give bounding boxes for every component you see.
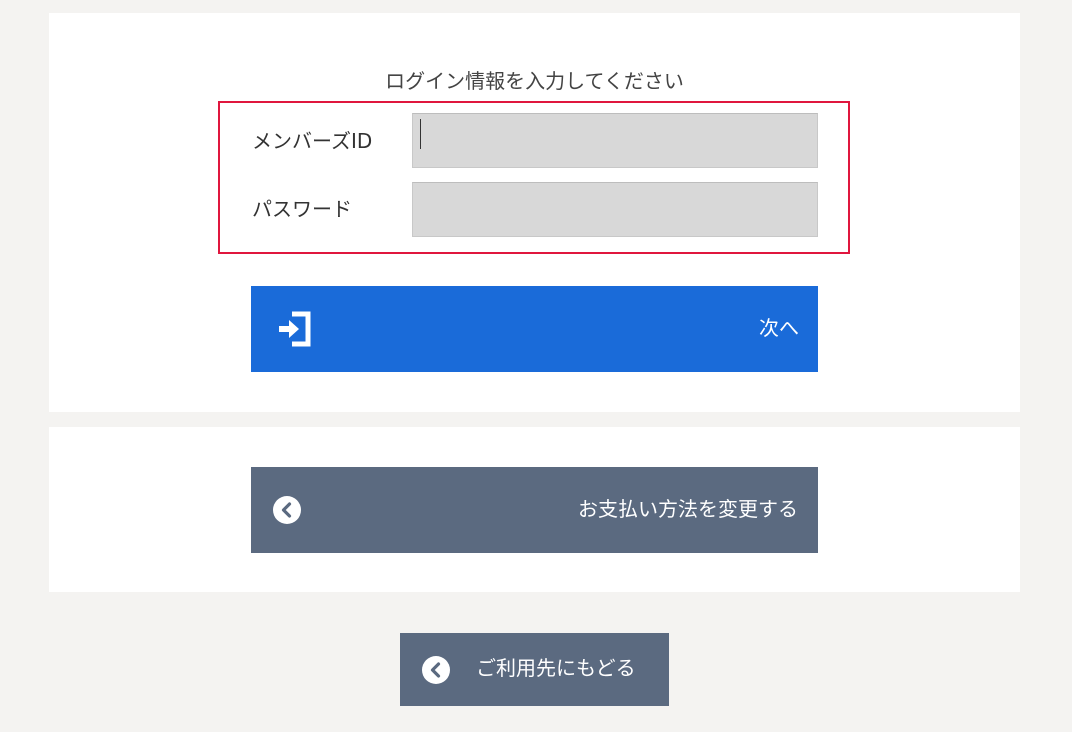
change-payment-method-button[interactable]: お支払い方法を変更する (251, 467, 818, 553)
change-payment-method-label: お支払い方法を変更する (578, 497, 798, 521)
login-panel: ログイン情報を入力してください メンバーズID パスワード 次へ (49, 13, 1020, 412)
return-to-merchant-button[interactable]: ご利用先にもどる (400, 633, 669, 706)
member-id-input[interactable] (412, 113, 818, 168)
next-button-label: 次へ (759, 316, 799, 340)
login-instruction: ログイン情報を入力してください (385, 69, 684, 93)
password-input[interactable] (412, 182, 818, 237)
circle-chevron-left-icon (422, 656, 450, 684)
payment-panel: お支払い方法を変更する (49, 427, 1020, 592)
text-cursor (420, 119, 421, 149)
return-to-merchant-label: ご利用先にもどる (476, 656, 636, 680)
credentials-group: メンバーズID パスワード (218, 101, 850, 254)
next-button[interactable]: 次へ (251, 286, 818, 372)
login-icon (279, 311, 311, 347)
member-id-label: メンバーズID (252, 129, 373, 153)
password-label: パスワード (252, 197, 352, 221)
circle-chevron-left-icon (273, 496, 301, 524)
